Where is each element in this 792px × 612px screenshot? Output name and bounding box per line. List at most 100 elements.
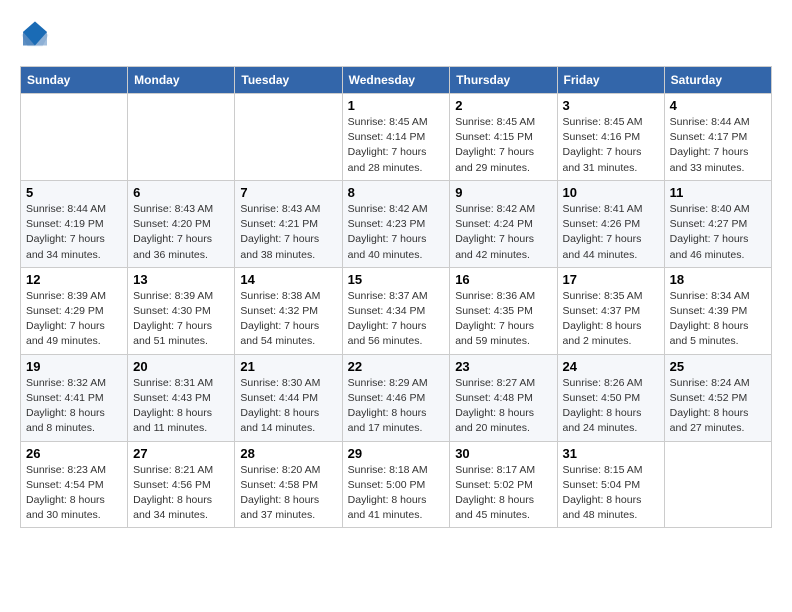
day-info: Sunrise: 8:44 AM Sunset: 4:17 PM Dayligh…: [670, 115, 766, 176]
day-number: 9: [455, 185, 551, 200]
weekday-header: Sunday: [21, 67, 128, 94]
calendar-cell: 12 Sunrise: 8:39 AM Sunset: 4:29 PM Dayli…: [21, 267, 128, 354]
day-number: 28: [240, 446, 336, 461]
day-info: Sunrise: 8:32 AM Sunset: 4:41 PM Dayligh…: [26, 376, 122, 437]
day-info: Sunrise: 8:38 AM Sunset: 4:32 PM Dayligh…: [240, 289, 336, 350]
weekday-header: Thursday: [450, 67, 557, 94]
day-number: 24: [563, 359, 659, 374]
day-number: 25: [670, 359, 766, 374]
weekday-header: Tuesday: [235, 67, 342, 94]
weekday-header: Friday: [557, 67, 664, 94]
calendar-cell: 19 Sunrise: 8:32 AM Sunset: 4:41 PM Dayli…: [21, 354, 128, 441]
day-info: Sunrise: 8:36 AM Sunset: 4:35 PM Dayligh…: [455, 289, 551, 350]
calendar-cell: 29Sunrise: 8:18 AM Sunset: 5:00 PM Dayli…: [342, 441, 450, 528]
day-info: Sunrise: 8:26 AM Sunset: 4:50 PM Dayligh…: [563, 376, 659, 437]
day-info: Sunrise: 8:15 AM Sunset: 5:04 PM Dayligh…: [563, 463, 659, 524]
day-number: 3: [563, 98, 659, 113]
calendar-week-row: 1 Sunrise: 8:45 AM Sunset: 4:14 PM Daylig…: [21, 94, 772, 181]
day-info: Sunrise: 8:20 AM Sunset: 4:58 PM Dayligh…: [240, 463, 336, 524]
day-info: Sunrise: 8:21 AM Sunset: 4:56 PM Dayligh…: [133, 463, 229, 524]
day-info: Sunrise: 8:43 AM Sunset: 4:21 PM Dayligh…: [240, 202, 336, 263]
day-info: Sunrise: 8:27 AM Sunset: 4:48 PM Dayligh…: [455, 376, 551, 437]
calendar-cell: 22 Sunrise: 8:29 AM Sunset: 4:46 PM Dayli…: [342, 354, 450, 441]
day-info: Sunrise: 8:24 AM Sunset: 4:52 PM Dayligh…: [670, 376, 766, 437]
calendar-cell: 10 Sunrise: 8:41 AM Sunset: 4:26 PM Dayli…: [557, 180, 664, 267]
day-info: Sunrise: 8:44 AM Sunset: 4:19 PM Dayligh…: [26, 202, 122, 263]
day-info: Sunrise: 8:45 AM Sunset: 4:16 PM Dayligh…: [563, 115, 659, 176]
day-number: 13: [133, 272, 229, 287]
day-number: 21: [240, 359, 336, 374]
day-number: 14: [240, 272, 336, 287]
day-info: Sunrise: 8:39 AM Sunset: 4:30 PM Dayligh…: [133, 289, 229, 350]
day-number: 1: [348, 98, 445, 113]
calendar-cell: 15 Sunrise: 8:37 AM Sunset: 4:34 PM Dayli…: [342, 267, 450, 354]
day-info: Sunrise: 8:42 AM Sunset: 4:23 PM Dayligh…: [348, 202, 445, 263]
day-number: 31: [563, 446, 659, 461]
day-number: 12: [26, 272, 122, 287]
calendar-cell: 1 Sunrise: 8:45 AM Sunset: 4:14 PM Daylig…: [342, 94, 450, 181]
calendar-cell: 25 Sunrise: 8:24 AM Sunset: 4:52 PM Dayli…: [664, 354, 771, 441]
day-number: 4: [670, 98, 766, 113]
day-info: Sunrise: 8:37 AM Sunset: 4:34 PM Dayligh…: [348, 289, 445, 350]
day-number: 29: [348, 446, 445, 461]
calendar-cell: 30 Sunrise: 8:17 AM Sunset: 5:02 PM Dayli…: [450, 441, 557, 528]
day-number: 22: [348, 359, 445, 374]
day-number: 19: [26, 359, 122, 374]
calendar-week-row: 26Sunrise: 8:23 AM Sunset: 4:54 PM Dayli…: [21, 441, 772, 528]
calendar-cell: 11Sunrise: 8:40 AM Sunset: 4:27 PM Dayli…: [664, 180, 771, 267]
day-number: 15: [348, 272, 445, 287]
calendar-cell: 13 Sunrise: 8:39 AM Sunset: 4:30 PM Dayli…: [128, 267, 235, 354]
day-number: 23: [455, 359, 551, 374]
calendar-table: SundayMondayTuesdayWednesdayThursdayFrid…: [20, 66, 772, 528]
calendar-cell: 21 Sunrise: 8:30 AM Sunset: 4:44 PM Dayli…: [235, 354, 342, 441]
calendar-cell: [664, 441, 771, 528]
day-number: 30: [455, 446, 551, 461]
day-info: Sunrise: 8:42 AM Sunset: 4:24 PM Dayligh…: [455, 202, 551, 263]
calendar-cell: 17 Sunrise: 8:35 AM Sunset: 4:37 PM Dayli…: [557, 267, 664, 354]
day-info: Sunrise: 8:41 AM Sunset: 4:26 PM Dayligh…: [563, 202, 659, 263]
calendar-week-row: 19 Sunrise: 8:32 AM Sunset: 4:41 PM Dayli…: [21, 354, 772, 441]
calendar-cell: 18 Sunrise: 8:34 AM Sunset: 4:39 PM Dayli…: [664, 267, 771, 354]
day-number: 10: [563, 185, 659, 200]
day-number: 18: [670, 272, 766, 287]
day-number: 17: [563, 272, 659, 287]
day-number: 6: [133, 185, 229, 200]
calendar-cell: [235, 94, 342, 181]
calendar-cell: 8Sunrise: 8:42 AM Sunset: 4:23 PM Daylig…: [342, 180, 450, 267]
day-info: Sunrise: 8:34 AM Sunset: 4:39 PM Dayligh…: [670, 289, 766, 350]
day-info: Sunrise: 8:40 AM Sunset: 4:27 PM Dayligh…: [670, 202, 766, 263]
weekday-header: Saturday: [664, 67, 771, 94]
day-info: Sunrise: 8:30 AM Sunset: 4:44 PM Dayligh…: [240, 376, 336, 437]
page: SundayMondayTuesdayWednesdayThursdayFrid…: [0, 0, 792, 538]
day-info: Sunrise: 8:23 AM Sunset: 4:54 PM Dayligh…: [26, 463, 122, 524]
calendar-cell: 5 Sunrise: 8:44 AM Sunset: 4:19 PM Daylig…: [21, 180, 128, 267]
calendar-week-row: 5 Sunrise: 8:44 AM Sunset: 4:19 PM Daylig…: [21, 180, 772, 267]
logo-icon: [20, 20, 50, 50]
calendar-cell: 20Sunrise: 8:31 AM Sunset: 4:43 PM Dayli…: [128, 354, 235, 441]
calendar-cell: 28 Sunrise: 8:20 AM Sunset: 4:58 PM Dayli…: [235, 441, 342, 528]
day-number: 27: [133, 446, 229, 461]
weekday-header: Wednesday: [342, 67, 450, 94]
day-info: Sunrise: 8:29 AM Sunset: 4:46 PM Dayligh…: [348, 376, 445, 437]
day-number: 16: [455, 272, 551, 287]
calendar-cell: 26Sunrise: 8:23 AM Sunset: 4:54 PM Dayli…: [21, 441, 128, 528]
day-info: Sunrise: 8:17 AM Sunset: 5:02 PM Dayligh…: [455, 463, 551, 524]
calendar-cell: 27 Sunrise: 8:21 AM Sunset: 4:56 PM Dayli…: [128, 441, 235, 528]
day-info: Sunrise: 8:31 AM Sunset: 4:43 PM Dayligh…: [133, 376, 229, 437]
day-info: Sunrise: 8:39 AM Sunset: 4:29 PM Dayligh…: [26, 289, 122, 350]
calendar-cell: 6Sunrise: 8:43 AM Sunset: 4:20 PM Daylig…: [128, 180, 235, 267]
day-number: 5: [26, 185, 122, 200]
day-info: Sunrise: 8:35 AM Sunset: 4:37 PM Dayligh…: [563, 289, 659, 350]
weekday-header: Monday: [128, 67, 235, 94]
calendar-cell: 2Sunrise: 8:45 AM Sunset: 4:15 PM Daylig…: [450, 94, 557, 181]
calendar-cell: [128, 94, 235, 181]
calendar-cell: 14 Sunrise: 8:38 AM Sunset: 4:32 PM Dayli…: [235, 267, 342, 354]
calendar-cell: 31 Sunrise: 8:15 AM Sunset: 5:04 PM Dayli…: [557, 441, 664, 528]
header: [20, 20, 772, 50]
calendar-header-row: SundayMondayTuesdayWednesdayThursdayFrid…: [21, 67, 772, 94]
day-number: 7: [240, 185, 336, 200]
calendar-cell: 7 Sunrise: 8:43 AM Sunset: 4:21 PM Daylig…: [235, 180, 342, 267]
calendar-cell: 24 Sunrise: 8:26 AM Sunset: 4:50 PM Dayli…: [557, 354, 664, 441]
calendar-cell: 23 Sunrise: 8:27 AM Sunset: 4:48 PM Dayli…: [450, 354, 557, 441]
day-info: Sunrise: 8:45 AM Sunset: 4:14 PM Dayligh…: [348, 115, 445, 176]
